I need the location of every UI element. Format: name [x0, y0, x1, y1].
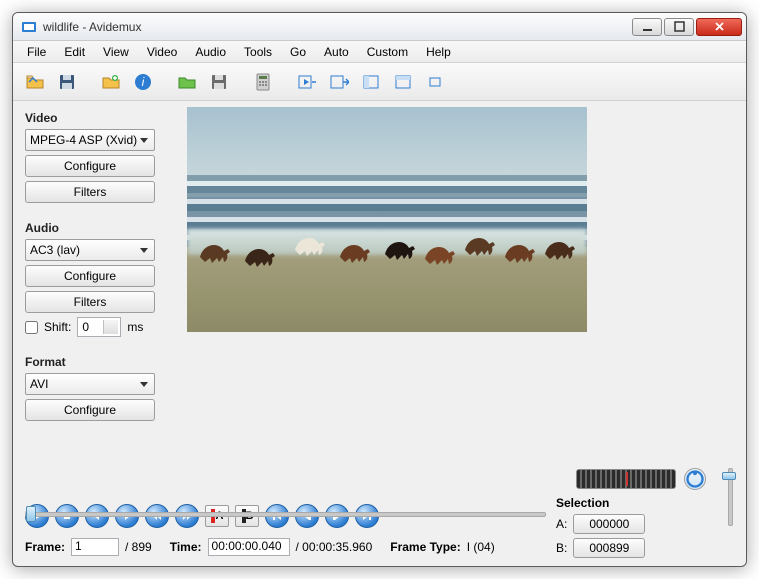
save-disk-icon[interactable]	[205, 68, 233, 96]
video-codec-select[interactable]: MPEG-4 ASP (Xvid)	[25, 129, 155, 151]
scrub-wheel[interactable]	[576, 469, 676, 489]
time-total: / 00:00:35.960	[296, 540, 373, 554]
app-window: wildlife - Avidemux File Edit View Video…	[12, 12, 747, 567]
format-select[interactable]: AVI	[25, 373, 155, 395]
format-section-label: Format	[25, 355, 175, 369]
save-icon[interactable]	[53, 68, 81, 96]
menu-tools[interactable]: Tools	[236, 43, 280, 61]
frame-input[interactable]: 1	[71, 538, 119, 556]
bottom-bar: Selection A: 000000 B: 000899	[13, 462, 746, 566]
output-forward-icon[interactable]	[325, 68, 353, 96]
frame-total: / 899	[125, 540, 152, 554]
window-title: wildlife - Avidemux	[43, 20, 632, 34]
svg-text:i: i	[142, 75, 145, 89]
video-section-label: Video	[25, 111, 175, 125]
window-buttons	[632, 18, 742, 36]
play-output-icon[interactable]	[293, 68, 321, 96]
menu-file[interactable]: File	[19, 43, 54, 61]
audio-shift-row: Shift: 0 ms	[25, 317, 175, 337]
maximize-button[interactable]	[664, 18, 694, 36]
menu-video[interactable]: Video	[139, 43, 185, 61]
audio-shift-label: Shift:	[44, 320, 71, 334]
titlebar: wildlife - Avidemux	[13, 13, 746, 41]
video-filters-button[interactable]: Filters	[25, 181, 155, 203]
audio-shift-unit: ms	[127, 320, 143, 334]
content-area: Video MPEG-4 ASP (Xvid) Configure Filter…	[13, 101, 746, 462]
folder-green-icon[interactable]	[173, 68, 201, 96]
frametype-value: I (04)	[467, 540, 495, 554]
audio-section-label: Audio	[25, 221, 175, 235]
column-b-icon[interactable]	[389, 68, 417, 96]
open-icon[interactable]	[21, 68, 49, 96]
audio-shift-spinner[interactable]: 0	[77, 317, 121, 337]
format-value: AVI	[30, 377, 48, 391]
minimize-button[interactable]	[632, 18, 662, 36]
toolbar: i	[13, 63, 746, 101]
selection-a-button[interactable]: 000000	[573, 514, 645, 534]
audio-filters-button[interactable]: Filters	[25, 291, 155, 313]
menu-help[interactable]: Help	[418, 43, 459, 61]
frame-label: Frame:	[25, 540, 65, 554]
menubar: File Edit View Video Audio Tools Go Auto…	[13, 41, 746, 63]
calculator-icon[interactable]	[249, 68, 277, 96]
volume-thumb[interactable]	[722, 472, 736, 480]
menu-auto[interactable]: Auto	[316, 43, 357, 61]
window-small-icon[interactable]	[421, 68, 449, 96]
timeline-thumb[interactable]	[26, 506, 36, 522]
preview-area	[187, 107, 734, 462]
jog-button[interactable]	[684, 468, 706, 490]
volume-slider[interactable]	[724, 468, 734, 526]
audio-shift-checkbox[interactable]	[25, 321, 38, 334]
audio-codec-select[interactable]: AC3 (lav)	[25, 239, 155, 261]
column-a-icon[interactable]	[357, 68, 385, 96]
format-configure-button[interactable]: Configure	[25, 399, 155, 421]
open-video-icon[interactable]	[97, 68, 125, 96]
video-configure-button[interactable]: Configure	[25, 155, 155, 177]
selection-label: Selection	[556, 496, 706, 510]
time-input[interactable]: 00:00:00.040	[208, 538, 290, 556]
app-icon	[21, 19, 37, 35]
info-row: Frame: 1 / 899 Time: 00:00:00.040 / 00:0…	[25, 536, 585, 556]
timeline-slider[interactable]	[25, 504, 546, 522]
audio-codec-value: AC3 (lav)	[30, 243, 80, 257]
close-button[interactable]	[696, 18, 742, 36]
video-codec-value: MPEG-4 ASP (Xvid)	[30, 133, 137, 147]
selection-a-label: A:	[556, 517, 567, 531]
menu-audio[interactable]: Audio	[187, 43, 234, 61]
left-panel: Video MPEG-4 ASP (Xvid) Configure Filter…	[25, 107, 175, 462]
time-label: Time:	[170, 540, 202, 554]
menu-custom[interactable]: Custom	[359, 43, 416, 61]
frametype-label: Frame Type:	[390, 540, 460, 554]
menu-edit[interactable]: Edit	[56, 43, 93, 61]
info-icon[interactable]: i	[129, 68, 157, 96]
menu-view[interactable]: View	[95, 43, 137, 61]
audio-configure-button[interactable]: Configure	[25, 265, 155, 287]
menu-go[interactable]: Go	[282, 43, 314, 61]
video-preview	[187, 107, 587, 332]
